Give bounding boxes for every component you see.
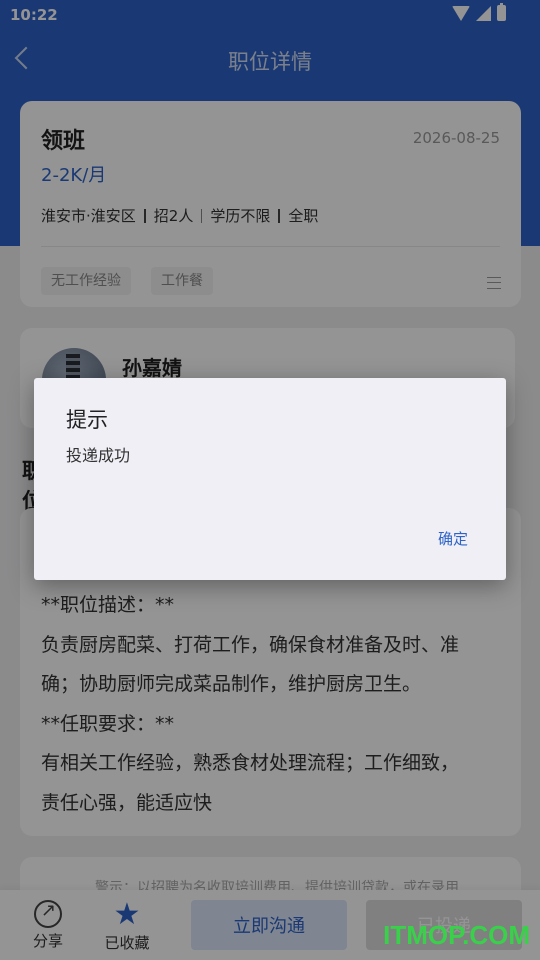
confirm-button[interactable]: 确定 [438, 528, 468, 549]
dialog-message: 投递成功 [66, 446, 131, 465]
alert-dialog: 提示 投递成功 确定 [34, 378, 506, 580]
watermark: ITMOP.COM [383, 920, 530, 950]
dialog-title: 提示 [66, 408, 108, 432]
